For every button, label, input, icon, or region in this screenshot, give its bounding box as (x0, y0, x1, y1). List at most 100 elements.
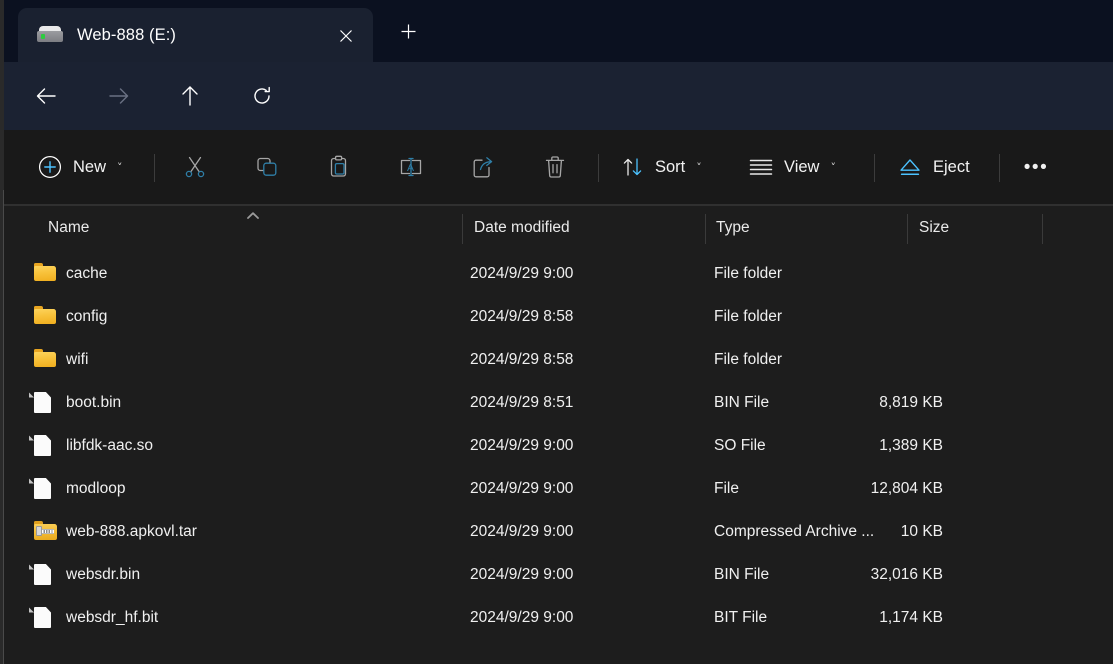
delete-button[interactable] (531, 143, 579, 191)
ellipsis-icon: ••• (1023, 156, 1049, 178)
rename-icon: A (398, 155, 424, 179)
column-header-type-label: Type (716, 219, 750, 236)
eject-icon (898, 156, 922, 178)
view-button-label: View (784, 157, 820, 176)
column-header-name[interactable]: Name (48, 204, 89, 252)
file-type-cell: File folder (714, 308, 783, 325)
file-type-cell: BIN File (714, 566, 770, 583)
close-tab-icon[interactable] (333, 23, 359, 49)
column-header-date-modified[interactable]: Date modified (474, 204, 570, 252)
sort-button[interactable]: Sort ˅ (612, 143, 712, 191)
file-date-cell: 2024/9/29 9:00 (470, 437, 574, 454)
chevron-down-icon: ˅ (696, 160, 702, 174)
toolbar-divider-3 (874, 154, 875, 182)
file-size-cell: 10 KB (900, 523, 943, 540)
table-row[interactable]: config 2024/9/29 8:58 File folder (4, 295, 1113, 338)
column-header-name-label: Name (48, 219, 90, 236)
toolbar-divider-4 (999, 154, 1000, 182)
column-divider-1[interactable] (462, 214, 463, 244)
column-header-type[interactable]: Type (716, 204, 750, 252)
column-divider-3[interactable] (907, 214, 908, 244)
up-button[interactable] (170, 76, 210, 116)
rename-button[interactable]: A (387, 143, 435, 191)
file-size-cell: 1,174 KB (879, 609, 943, 626)
table-row[interactable]: wifi 2024/9/29 8:58 File folder (4, 338, 1113, 381)
file-date-cell: 2024/9/29 9:00 (470, 523, 574, 540)
clipboard-icon (327, 155, 351, 179)
file-name-cell: websdr.bin (66, 566, 141, 583)
table-row[interactable]: boot.bin 2024/9/29 8:51 BIN File 8,819 KB (4, 381, 1113, 424)
file-date-cell: 2024/9/29 8:51 (470, 394, 574, 411)
table-row[interactable]: libfdk-aac.so 2024/9/29 9:00 SO File 1,389 … (4, 424, 1113, 467)
tab-strip: Web-888 (E:) (4, 0, 1113, 62)
chevron-down-icon: ˅ (830, 160, 836, 174)
share-button[interactable] (459, 143, 507, 191)
new-tab-button[interactable] (392, 16, 424, 46)
file-type-cell: BIN File (714, 394, 770, 411)
table-row[interactable]: web-888.apkovl.tar 2024/9/29 9:00 Compress… (4, 510, 1113, 553)
file-icon (28, 607, 56, 628)
table-row[interactable]: websdr.bin 2024/9/29 9:00 BIN File 32,016 K… (4, 553, 1113, 596)
copy-icon (255, 155, 279, 179)
trash-icon (543, 155, 567, 179)
cut-button[interactable] (171, 143, 219, 191)
table-row[interactable]: modloop 2024/9/29 9:00 File 12,804 KB (4, 467, 1113, 510)
plus-circle-icon (38, 155, 62, 179)
file-date-cell: 2024/9/29 9:00 (470, 265, 574, 282)
tab-web-888[interactable]: Web-888 (E:) (18, 8, 373, 62)
file-explorer-window: Web-888 (E:) New ˅ A Sort ˅ View ˅ Eject… (0, 0, 1113, 664)
file-name-cell: libfdk-aac.so (66, 437, 154, 454)
file-date-cell: 2024/9/29 9:00 (470, 566, 574, 583)
column-header-row: Name Date modified Type Size (4, 204, 1113, 252)
file-name-cell: cache (66, 265, 108, 282)
view-button[interactable]: View ˅ (739, 143, 846, 191)
file-size-cell: 32,016 KB (870, 566, 943, 583)
file-icon (28, 435, 56, 456)
file-size-cell: 12,804 KB (870, 480, 943, 497)
file-type-cell: Compressed Archive ... (714, 523, 875, 540)
column-divider-4[interactable] (1042, 214, 1043, 244)
forward-button (99, 76, 139, 116)
table-row[interactable]: cache 2024/9/29 9:00 File folder (4, 252, 1113, 295)
copy-button[interactable] (243, 143, 291, 191)
file-date-cell: 2024/9/29 8:58 (470, 308, 574, 325)
file-name-cell: boot.bin (66, 394, 122, 411)
file-name-cell: modloop (66, 480, 126, 497)
folder-icon (34, 263, 56, 284)
toolbar-divider-1 (154, 154, 155, 182)
chevron-down-icon: ˅ (117, 160, 123, 174)
sort-ascending-icon (244, 210, 262, 222)
column-header-size-label: Size (919, 219, 950, 236)
file-date-cell: 2024/9/29 9:00 (470, 609, 574, 626)
command-toolbar: New ˅ A Sort ˅ View ˅ Eject ••• (4, 130, 1113, 204)
file-type-cell: BIT File (714, 609, 768, 626)
see-more-button[interactable]: ••• (1012, 143, 1060, 191)
sort-icon (622, 156, 644, 178)
eject-button[interactable]: Eject (888, 143, 980, 191)
file-size-cell: 8,819 KB (879, 394, 943, 411)
scissors-icon (183, 155, 207, 179)
back-button[interactable] (26, 76, 66, 116)
column-header-size[interactable]: Size (919, 204, 949, 252)
file-icon (28, 564, 56, 585)
file-name-cell: websdr_hf.bit (66, 609, 159, 626)
file-date-cell: 2024/9/29 9:00 (470, 480, 574, 497)
file-type-cell: File (714, 480, 739, 497)
share-icon (471, 155, 495, 179)
file-name-cell: web-888.apkovl.tar (66, 523, 197, 540)
new-button[interactable]: New ˅ (28, 143, 133, 191)
file-type-cell: File folder (714, 351, 783, 368)
file-size-cell: 1,389 KB (879, 437, 943, 454)
file-type-cell: SO File (714, 437, 766, 454)
table-row[interactable]: websdr_hf.bit 2024/9/29 9:00 BIT File 1,174… (4, 596, 1113, 639)
file-date-cell: 2024/9/29 8:58 (470, 351, 574, 368)
file-icon (28, 392, 56, 413)
paste-button[interactable] (315, 143, 363, 191)
archive-icon (34, 521, 57, 542)
refresh-icon[interactable] (242, 76, 282, 116)
column-divider-2[interactable] (705, 214, 706, 244)
folder-icon (34, 306, 56, 327)
file-type-cell: File folder (714, 265, 783, 282)
file-list: cache 2024/9/29 9:00 File folder config 2024… (4, 252, 1113, 664)
list-view-icon (749, 158, 773, 176)
